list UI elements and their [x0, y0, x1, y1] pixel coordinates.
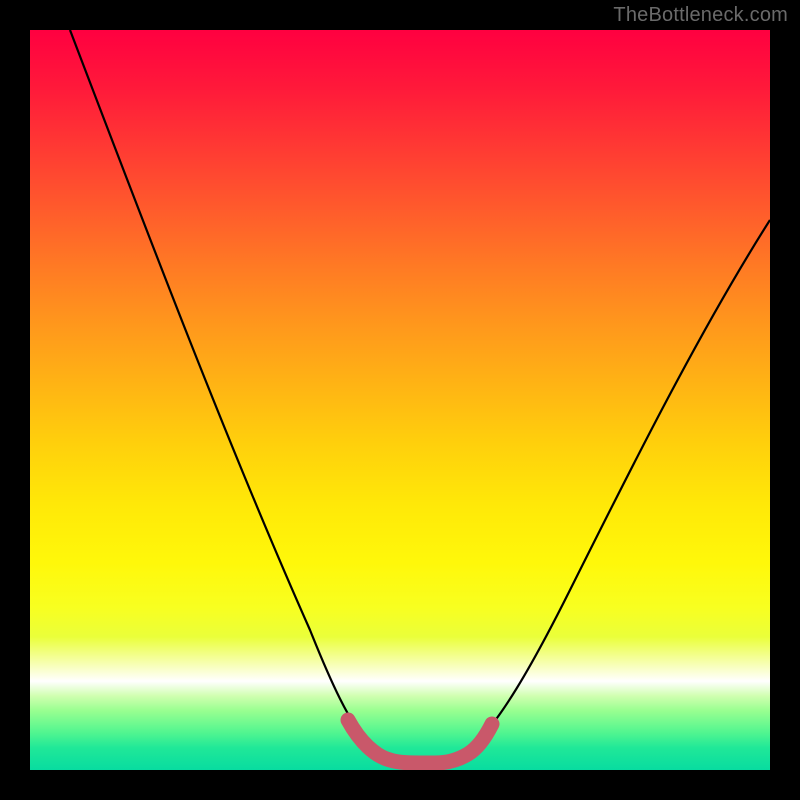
bottleneck-curve-svg: [30, 30, 770, 770]
optimal-u-band: [348, 720, 492, 763]
plot-area: [30, 30, 770, 770]
chart-frame: TheBottleneck.com: [0, 0, 800, 800]
watermark-text: TheBottleneck.com: [613, 4, 788, 27]
main-curve: [70, 30, 770, 758]
